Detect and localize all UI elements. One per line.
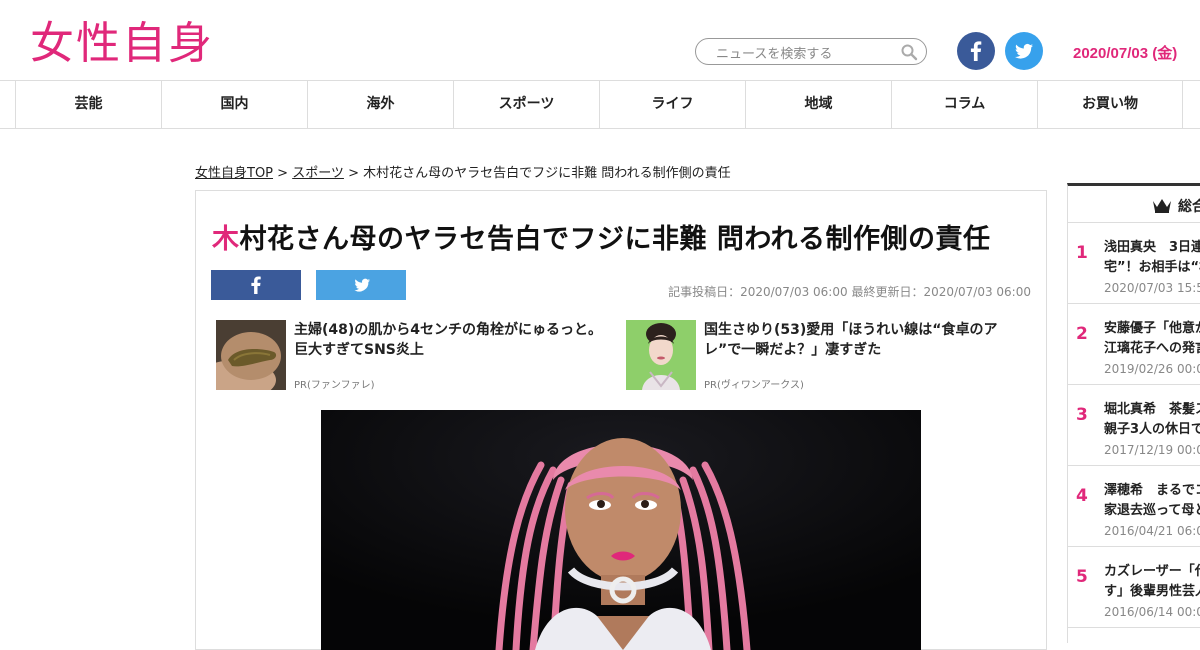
article-title: 木村花さん母のヤラセ告白でフジに非難 問われる制作側の責任 [212, 217, 991, 256]
ranking-date: 2017/12/19 00:00 [1104, 443, 1200, 457]
ranking-headline[interactable]: 浅田真央 3日連宅”！お相手は“村 [1104, 238, 1200, 278]
nav-item-shopping[interactable]: お買い物 [1037, 81, 1183, 128]
ranking-number: 1 [1076, 243, 1088, 263]
ranking-headline[interactable]: 堀北真希 茶髪ス 親子3人の休日で [1104, 400, 1200, 440]
site-logo[interactable]: 女性自身 [30, 14, 214, 74]
share-facebook-button[interactable] [211, 270, 301, 300]
ranking-headline-line: 宅”！お相手は“村 [1104, 260, 1200, 275]
ranking-headline[interactable]: 澤穂希 まるでコ 家退去巡って母と [1104, 481, 1200, 521]
ranking-headline-line: す」後輩男性芸人 [1104, 584, 1200, 599]
crown-icon [1153, 199, 1171, 213]
ranking-item[interactable]: 2 安藤優子「他意が江璃花子への発言 2019/02/26 00:00 [1068, 304, 1200, 385]
facebook-icon [970, 41, 982, 61]
breadcrumb-current: 木村花さん母のヤラセ告白でフジに非難 問われる制作側の責任 [363, 166, 731, 181]
nav-item-domestic[interactable]: 国内 [161, 81, 307, 128]
share-twitter-button[interactable] [316, 270, 406, 300]
pr-thumbnail[interactable] [626, 320, 696, 390]
ranking-date: 2016/04/21 06:00 [1104, 524, 1200, 538]
search-input[interactable]: ニュースを検索する [695, 38, 927, 65]
ranking-headline-line: 家退去巡って母と [1104, 503, 1200, 518]
article-hero-photo [321, 410, 921, 650]
ranking-item[interactable]: 4 澤穂希 まるでコ家退去巡って母と 2016/04/21 06:00 [1068, 466, 1200, 547]
facebook-button[interactable] [957, 32, 995, 70]
ranking-headline-line: 澤穂希 まるでコ [1104, 483, 1200, 498]
breadcrumb-separator: > [343, 166, 364, 181]
pr-source: PR(ヴィワンアークス) [704, 380, 804, 391]
ranking-item[interactable]: 5 カズレーザー「代す」後輩男性芸人 2016/06/14 00:00 [1068, 547, 1200, 628]
ranking-item[interactable]: 3 堀北真希 茶髪ス親子3人の休日で 2017/12/19 00:00 [1068, 385, 1200, 466]
pr-item[interactable]: 主婦(48)の肌から4センチの角栓がにゅるっと。巨大すぎてSNS炎上 PR(ファ… [216, 320, 616, 395]
facebook-icon [251, 276, 261, 294]
search-placeholder: ニュースを検索する [716, 47, 833, 62]
article-card: 木村花さん母のヤラセ告白でフジに非難 問われる制作側の責任 記事投稿日：2020… [195, 190, 1047, 650]
ranking-headline[interactable]: 安藤優子「他意が 江璃花子への発言 [1104, 319, 1200, 359]
nav-item-column[interactable]: コラム [891, 81, 1037, 128]
nav-item-life[interactable]: ライフ [599, 81, 745, 128]
ranking-number: 2 [1076, 324, 1088, 344]
breadcrumb: 女性自身TOP > スポーツ > 木村花さん母のヤラセ告白でフジに非難 問われる… [195, 162, 731, 181]
ranking-headline-line: 堀北真希 茶髪ス [1104, 402, 1200, 417]
ranking-number: 3 [1076, 405, 1088, 425]
ranking-date: 2019/02/26 00:00 [1104, 362, 1200, 376]
nav-item-region[interactable]: 地域 [745, 81, 891, 128]
pr-source: PR(ファンファレ) [294, 380, 375, 391]
site-header: 女性自身 ニュースを検索する 2020/07/03 (金) [0, 0, 1200, 80]
nav-item-sports[interactable]: スポーツ [453, 81, 599, 128]
current-date: 2020/07/03 (金) [1073, 45, 1178, 62]
breadcrumb-separator: > [273, 166, 293, 181]
twitter-button[interactable] [1005, 32, 1043, 70]
pr-headline[interactable]: 国生さゆり(53)愛用「ほうれい線は“食卓のアレ”で一瞬だよ？」凄すぎた [704, 320, 1024, 360]
pr-item[interactable]: 国生さゆり(53)愛用「ほうれい線は“食卓のアレ”で一瞬だよ？」凄すぎた PR(… [626, 320, 1026, 395]
ranking-headline-line: 安藤優子「他意が [1104, 321, 1200, 336]
pr-headline[interactable]: 主婦(48)の肌から4センチの角栓がにゅるっと。巨大すぎてSNS炎上 [294, 320, 614, 360]
main-nav: 芸能 国内 海外 スポーツ ライフ 地域 コラム お買い物 [0, 80, 1200, 129]
ranking-headline-line: 江璃花子への発言 [1104, 341, 1200, 356]
ranking-headline-line: カズレーザー「代 [1104, 564, 1200, 579]
ranking-header: 総合 [1068, 186, 1200, 223]
article-title-first-char: 木 [212, 224, 240, 255]
search-icon[interactable] [900, 43, 918, 61]
ranking-headline-line: 親子3人の休日で [1104, 422, 1200, 437]
breadcrumb-category-link[interactable]: スポーツ [292, 166, 344, 181]
ranking-headline[interactable]: カズレーザー「代 す」後輩男性芸人 [1104, 562, 1200, 602]
pr-thumbnail[interactable] [216, 320, 286, 390]
twitter-icon [1015, 43, 1033, 59]
ranking-item[interactable]: 1 浅田真央 3日連宅”！お相手は“村 2020/07/03 15:50 [1068, 223, 1200, 304]
article-post-date: 記事投稿日：2020/07/03 06:00 最終更新日：2020/07/03 … [668, 285, 1031, 299]
breadcrumb-home-link[interactable]: 女性自身TOP [195, 166, 273, 181]
ranking-number: 5 [1076, 567, 1088, 587]
twitter-icon [354, 278, 370, 292]
ranking-number: 4 [1076, 486, 1088, 506]
ranking-date: 2016/06/14 00:00 [1104, 605, 1200, 619]
nav-item-entertainment[interactable]: 芸能 [15, 81, 161, 128]
nav-item-overseas[interactable]: 海外 [307, 81, 453, 128]
ranking-date: 2020/07/03 15:50 [1104, 281, 1200, 295]
ranking-sidebar: 総合 1 浅田真央 3日連宅”！お相手は“村 2020/07/03 15:50 … [1067, 183, 1200, 643]
ranking-title: 総合 [1178, 199, 1200, 215]
ranking-headline-line: 浅田真央 3日連 [1104, 240, 1200, 255]
article-title-rest: 村花さん母のヤラセ告白でフジに非難 問われる制作側の責任 [239, 224, 991, 255]
